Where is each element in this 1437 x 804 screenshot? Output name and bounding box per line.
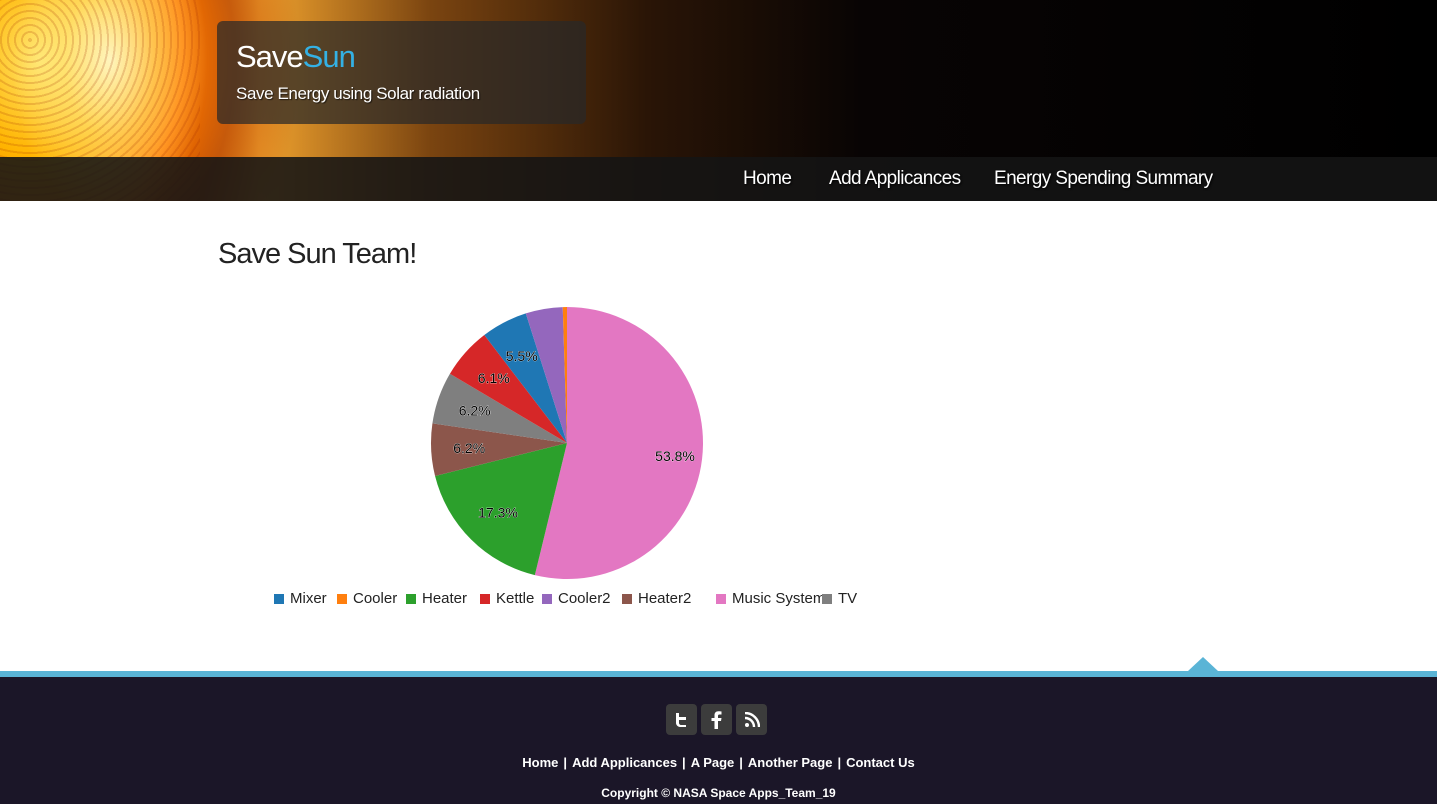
energy-pie-chart: 53.8% 17.3% 6.2% 6.2% 6.1% 5.5%	[430, 307, 703, 579]
footer-links: Home | Add Applicances | A Page | Another Page…	[522, 755, 915, 770]
facebook-icon[interactable]	[701, 704, 732, 735]
legend-swatch	[274, 594, 284, 604]
legend-label: TV	[838, 590, 858, 607]
legend-label: Heater	[422, 590, 468, 607]
legend-label: Mixer	[290, 590, 327, 607]
footer-link-contact-us[interactable]: Contact Us	[846, 755, 915, 770]
pie-label-tv: 6.2%	[459, 402, 491, 418]
legend-swatch	[716, 594, 726, 604]
legend-swatch	[480, 594, 490, 604]
pie-label-mixer: 5.5%	[506, 348, 538, 364]
footer-link-home[interactable]: Home	[522, 755, 558, 770]
twitter-icon[interactable]	[666, 704, 697, 735]
copyright: Copyright © NASA Space Apps_Team_19	[601, 786, 836, 800]
legend-swatch	[337, 594, 347, 604]
pie-label-heater2: 6.2%	[453, 440, 485, 456]
footer-link-add-appliances[interactable]: Add Applicances	[572, 755, 677, 770]
footer: Home | Add Applicances | A Page | Another Page…	[0, 677, 1437, 804]
footer-link-another-page[interactable]: Another Page	[748, 755, 833, 770]
legend-label: Music System	[732, 590, 826, 607]
legend-label: Cooler	[353, 590, 398, 607]
legend-label: Kettle	[496, 590, 535, 607]
legend-swatch	[822, 594, 832, 604]
rss-icon[interactable]	[736, 704, 767, 735]
legend-swatch	[622, 594, 632, 604]
pie-label-music-system: 53.8%	[655, 448, 695, 464]
legend-swatch	[542, 594, 552, 604]
footer-notch	[1188, 657, 1218, 671]
footer-link-a-page[interactable]: A Page	[691, 755, 735, 770]
legend-label: Cooler2	[558, 590, 611, 607]
legend-label: Heater2	[638, 590, 692, 607]
pie-label-kettle: 6.1%	[478, 370, 510, 386]
pie-label-heater: 17.3%	[478, 504, 518, 520]
legend-swatch	[406, 594, 416, 604]
